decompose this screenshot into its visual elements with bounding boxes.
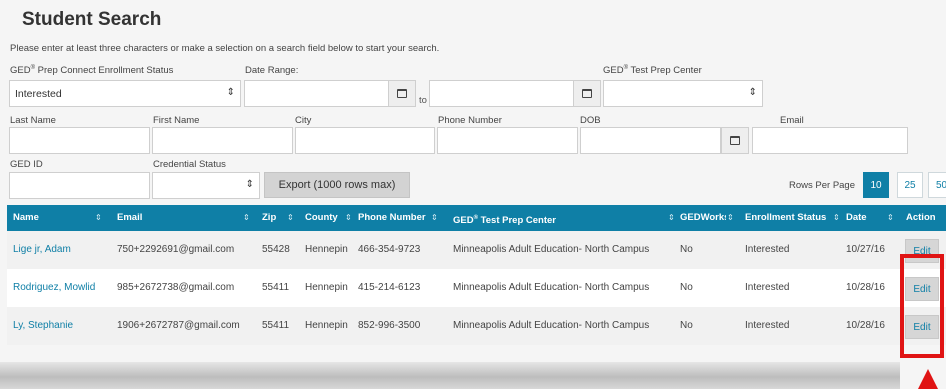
page-fade-edge — [0, 362, 900, 389]
sort-icon[interactable]: ⇕ — [887, 205, 894, 231]
cell-email: 1906+2672787@gmail.com — [117, 320, 240, 331]
cell-gedworks: No — [680, 244, 693, 255]
sort-icon[interactable]: ⇕ — [668, 205, 675, 231]
enrollment-status-value: Interested — [15, 88, 62, 100]
header-name[interactable]: Name — [13, 205, 103, 231]
cell-date: 10/28/16 — [846, 282, 885, 293]
cell-enrollment-status: Interested — [745, 320, 790, 331]
phone-number-label: Phone Number — [438, 115, 502, 126]
last-name-label: Last Name — [10, 115, 56, 126]
cell-enrollment-status: Interested — [745, 282, 790, 293]
table-row: Rodriguez, Mowlid 985+2672738@gmail.com … — [7, 269, 946, 307]
up-arrow-icon — [918, 369, 938, 389]
date-to-calendar-button[interactable] — [573, 80, 601, 107]
date-range-label: Date Range: — [245, 65, 299, 76]
edit-column-highlight — [900, 254, 944, 358]
enrollment-status-label: GED® Prep Connect Enrollment Status — [10, 65, 174, 77]
header-test-prep-center[interactable]: GED® Test Prep Center — [453, 205, 603, 231]
rows-per-page-10[interactable]: 10 — [863, 172, 889, 198]
first-name-label: First Name — [153, 115, 200, 126]
header-action: Action — [906, 212, 936, 223]
chevron-updown-icon: ⇕ — [245, 179, 254, 190]
city-input[interactable] — [295, 127, 435, 154]
cell-gedworks: No — [680, 282, 693, 293]
cell-phone: 415-214-6123 — [358, 282, 421, 293]
export-button[interactable]: Export (1000 rows max) — [264, 172, 410, 198]
last-name-input[interactable] — [9, 127, 150, 154]
test-center-select[interactable]: ⇕ — [603, 80, 763, 107]
header-email[interactable]: Email — [117, 205, 237, 231]
cell-county: Hennepin — [305, 244, 348, 255]
student-name-link[interactable]: Lige jr, Adam — [13, 231, 71, 269]
credential-status-select[interactable]: ⇕ — [152, 172, 260, 199]
cell-county: Hennepin — [305, 320, 348, 331]
table-row: Lige jr, Adam 750+2292691@gmail.com 5542… — [7, 231, 946, 269]
dob-label: DOB — [580, 115, 601, 126]
calendar-icon — [582, 89, 592, 98]
dob-input[interactable] — [580, 127, 721, 154]
email-label: Email — [780, 115, 804, 126]
cell-zip: 55411 — [262, 320, 290, 331]
sort-icon[interactable]: ⇕ — [287, 205, 294, 231]
chevron-updown-icon: ⇕ — [748, 87, 757, 98]
date-to-input[interactable] — [429, 80, 574, 107]
ged-id-input[interactable] — [9, 172, 150, 199]
header-enrollment-status[interactable]: Enrollment Status — [745, 205, 836, 231]
header-county[interactable]: County — [305, 205, 345, 231]
chevron-updown-icon: ⇕ — [226, 87, 235, 98]
page-title: Student Search — [22, 9, 162, 30]
city-label: City — [295, 115, 312, 126]
date-from-calendar-button[interactable] — [388, 80, 416, 107]
cell-enrollment-status: Interested — [745, 244, 790, 255]
dob-calendar-button[interactable] — [721, 127, 749, 154]
credential-status-label: Credential Status — [153, 159, 226, 170]
rows-per-page-25[interactable]: 25 — [897, 172, 923, 198]
sort-icon[interactable]: ⇕ — [431, 205, 438, 231]
date-to-label: to — [419, 95, 427, 106]
cell-zip: 55428 — [262, 244, 290, 255]
first-name-input[interactable] — [152, 127, 293, 154]
header-date[interactable]: Date — [846, 205, 876, 231]
header-gedworks[interactable]: GEDWorks — [680, 205, 726, 231]
cell-email: 750+2292691@gmail.com — [117, 244, 235, 255]
cell-test-prep-center: Minneapolis Adult Education- North Campu… — [453, 282, 650, 293]
email-input[interactable] — [752, 127, 908, 154]
rows-per-page-label: Rows Per Page — [789, 180, 856, 191]
header-zip[interactable]: Zip — [262, 205, 287, 231]
calendar-icon — [730, 136, 740, 145]
sort-icon[interactable]: ⇕ — [345, 205, 352, 231]
cell-phone: 466-354-9723 — [358, 244, 421, 255]
calendar-icon — [397, 89, 407, 98]
sort-icon[interactable]: ⇕ — [95, 205, 102, 231]
table-header: Name ⇕ Email ⇕ Zip ⇕ County ⇕ Phone Numb… — [7, 205, 946, 231]
table-row: Ly, Stephanie 1906+2672787@gmail.com 554… — [7, 307, 946, 345]
cell-gedworks: No — [680, 320, 693, 331]
cell-email: 985+2672738@gmail.com — [117, 282, 235, 293]
student-name-link[interactable]: Ly, Stephanie — [13, 307, 73, 345]
ged-id-label: GED ID — [10, 159, 43, 170]
cell-date: 10/27/16 — [846, 244, 885, 255]
student-name-link[interactable]: Rodriguez, Mowlid — [13, 269, 95, 307]
sort-icon[interactable]: ⇕ — [727, 205, 734, 231]
cell-phone: 852-996-3500 — [358, 320, 421, 331]
enrollment-status-select[interactable]: Interested ⇕ — [9, 80, 241, 107]
cell-zip: 55411 — [262, 282, 290, 293]
test-center-label: GED® Test Prep Center — [603, 65, 702, 77]
search-instructions: Please enter at least three characters o… — [10, 43, 440, 54]
student-search-page: Student Search Please enter at least thr… — [0, 0, 946, 389]
phone-number-input[interactable] — [437, 127, 578, 154]
date-from-input[interactable] — [244, 80, 389, 107]
sort-icon[interactable]: ⇕ — [833, 205, 840, 231]
cell-county: Hennepin — [305, 282, 348, 293]
cell-test-prep-center: Minneapolis Adult Education- North Campu… — [453, 320, 650, 331]
header-phone-number[interactable]: Phone Number — [358, 205, 428, 231]
rows-per-page-50[interactable]: 50 — [928, 172, 946, 198]
cell-date: 10/28/16 — [846, 320, 885, 331]
cell-test-prep-center: Minneapolis Adult Education- North Campu… — [453, 244, 650, 255]
sort-icon[interactable]: ⇕ — [243, 205, 250, 231]
